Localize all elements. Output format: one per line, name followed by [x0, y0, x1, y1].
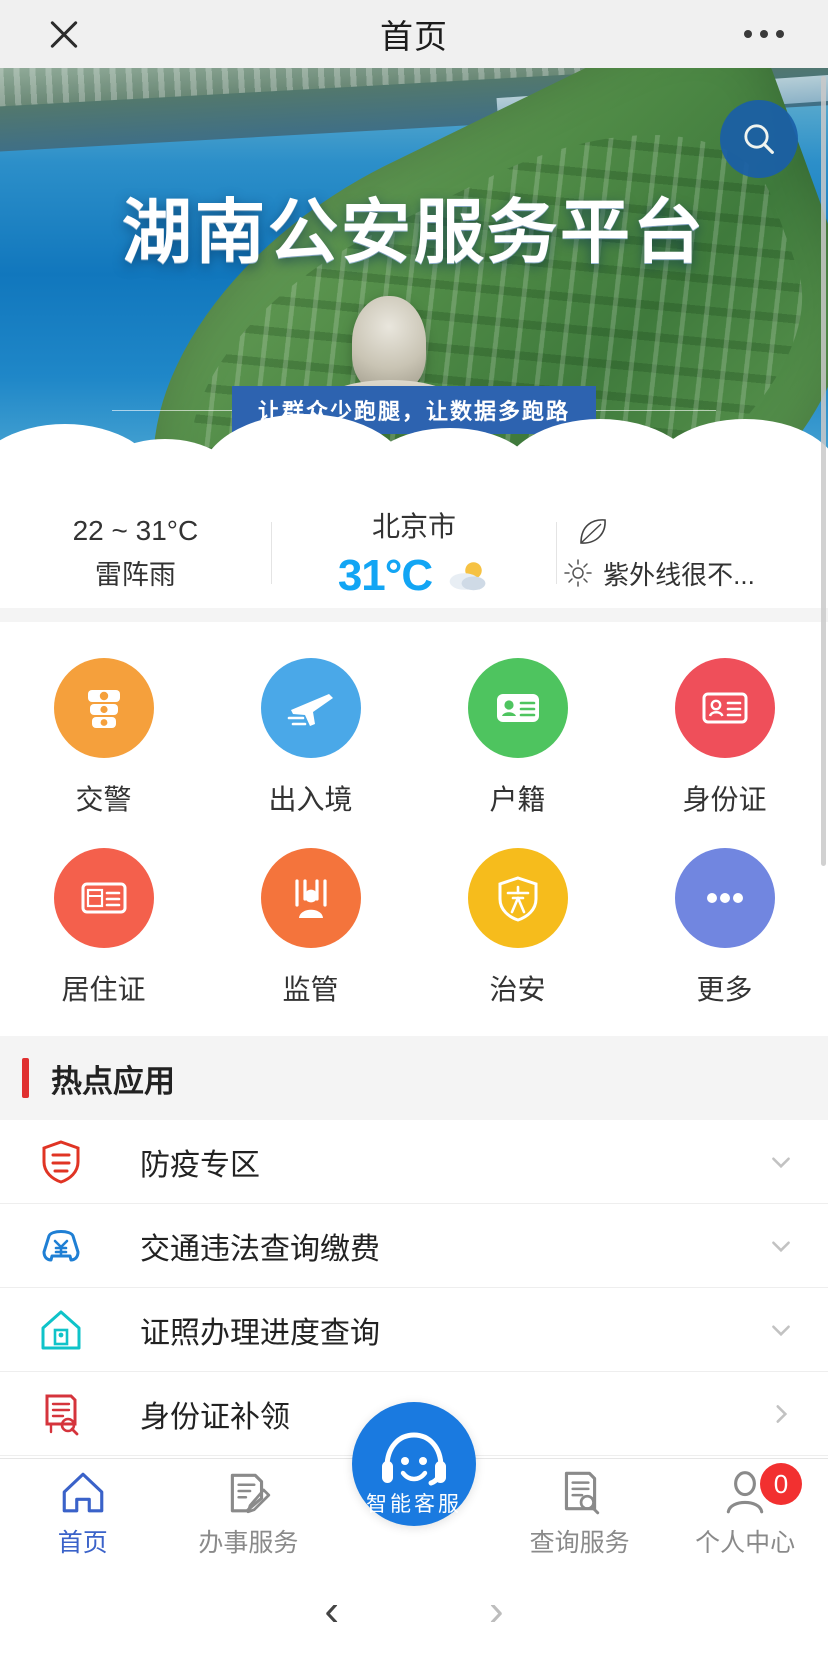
- page-title: 首页: [380, 18, 448, 55]
- identity-card-icon: [702, 692, 747, 724]
- hot-apps-header: 热点应用: [0, 1036, 828, 1120]
- tab-personal-center[interactable]: 个人中心 0: [662, 1463, 828, 1559]
- grid-icon-bg: [53, 658, 154, 758]
- uv-leaf-row: [557, 515, 828, 549]
- grid-icon-bg: [674, 848, 775, 948]
- tab-label: 查询服务: [529, 1529, 630, 1557]
- shield-safety-icon: [498, 876, 537, 922]
- list-item-epidemic-zone[interactable]: 防疫专区: [0, 1120, 828, 1204]
- section-title: 热点应用: [51, 1063, 175, 1099]
- section-separator: [0, 608, 828, 622]
- home-icon: [62, 1472, 104, 1513]
- tab-home[interactable]: 首页: [0, 1467, 166, 1559]
- grid-icon-bg: [260, 848, 361, 948]
- weather-city: 北京市: [371, 511, 456, 542]
- grid-item-id-card[interactable]: 身份证: [621, 658, 828, 818]
- chevron-right-icon[interactable]: ›: [489, 1589, 504, 1633]
- weather-condition: 雷阵雨: [94, 559, 176, 590]
- tab-label: 办事服务: [198, 1529, 299, 1557]
- id-card-icon: [496, 694, 539, 722]
- document-pencil-icon: [231, 1473, 271, 1514]
- list-item-label: 防疫专区: [140, 1148, 260, 1182]
- airplane-icon: [287, 694, 333, 726]
- weather-bar[interactable]: 22 ~ 31°C 雷阵雨 北京市 31°C 紫外线很不...: [0, 498, 828, 608]
- grid-item-label: 出入境: [268, 784, 353, 815]
- leaf-icon: [580, 518, 606, 544]
- weather-temp-row: 31°C: [338, 551, 490, 601]
- weather-range: 22 ~ 31°C: [72, 514, 199, 546]
- grid-item-label: 身份证: [682, 784, 767, 815]
- grid-item-immigration[interactable]: 出入境: [207, 658, 414, 818]
- document-search-icon: [564, 1471, 599, 1515]
- browser-navbar: ‹ ›: [0, 1568, 828, 1654]
- grid-item-label: 户籍: [489, 784, 546, 815]
- grid-item-label: 治安: [489, 974, 546, 1005]
- scrollbar[interactable]: [821, 76, 826, 866]
- grid-item-more[interactable]: 更多: [621, 848, 828, 1008]
- grid-item-public-security[interactable]: 治安: [414, 848, 621, 1008]
- grid-item-label: 更多: [696, 974, 753, 1005]
- tab-label: 个人中心: [695, 1529, 796, 1557]
- grid-item-label: 交警: [75, 784, 132, 815]
- uv-text-row: 紫外线很不...: [557, 555, 828, 592]
- list-item-traffic-violation[interactable]: 交通违法查询缴费: [0, 1204, 828, 1288]
- list-item-certificate-progress[interactable]: 证照办理进度查询: [0, 1288, 828, 1372]
- cloud-decoration: [0, 384, 828, 498]
- banner-title: 湖南公安服务平台: [122, 195, 706, 272]
- headset-smiley-icon: [382, 1432, 446, 1486]
- grid-item-residence-permit[interactable]: 居住证: [0, 848, 207, 1008]
- search-icon: [744, 124, 774, 154]
- grid-icon-bg: [53, 848, 154, 948]
- more-icon[interactable]: [744, 30, 784, 38]
- section-accent-bar: [22, 1058, 29, 1098]
- sun-icon: [564, 559, 592, 587]
- document-search-icon: [45, 1394, 79, 1435]
- chevron-right-icon[interactable]: [768, 1401, 794, 1427]
- car-payment-icon: [42, 1229, 80, 1261]
- grid-item-household[interactable]: 户籍: [414, 658, 621, 818]
- weather-range-block: 22 ~ 31°C 雷阵雨: [0, 515, 271, 592]
- chevron-left-icon[interactable]: ‹: [324, 1589, 339, 1633]
- weather-temperature: 31°C: [337, 551, 433, 600]
- statue: [326, 296, 454, 420]
- app-screen: 首页 湖南公安服务平台 让群众少跑腿，让数据多跑路 22 ~ 31°C 雷阵雨 …: [0, 0, 828, 1654]
- tab-label: 首页: [57, 1529, 108, 1557]
- epidemic-shield-icon: [42, 1139, 80, 1184]
- grid-icon-bg: [467, 848, 568, 948]
- icon-slot: [24, 1306, 98, 1354]
- grid-item-label: 居住证: [61, 974, 146, 1005]
- grid-item-label: 监管: [282, 974, 339, 1005]
- house-progress-icon: [41, 1310, 81, 1349]
- customer-service-button[interactable]: [352, 1402, 476, 1526]
- grid-icon-bg: [674, 658, 775, 758]
- weather-uv-block: 紫外线很不...: [557, 515, 828, 592]
- residence-card-icon: [81, 882, 126, 914]
- quick-access-grid: 交警 出入境 户籍 身份证 居住证 监管 治安 更多: [0, 622, 828, 1036]
- tab-services[interactable]: 办事服务: [166, 1467, 332, 1559]
- icon-slot: [24, 1390, 98, 1438]
- list-item-label: 证照办理进度查询: [140, 1316, 380, 1350]
- traffic-light-icon: [87, 690, 120, 728]
- icon-slot: [24, 1222, 98, 1270]
- status-badge: 0: [759, 1463, 802, 1505]
- chevron-down-icon[interactable]: [768, 1317, 794, 1343]
- uv-text: 紫外线很不...: [603, 559, 755, 590]
- grid-item-traffic-police[interactable]: 交警: [0, 658, 207, 818]
- sun-cloud-icon: [449, 562, 486, 591]
- list-item-label: 交通违法查询缴费: [140, 1232, 380, 1266]
- titlebar: 首页: [0, 0, 828, 68]
- hero-banner: 湖南公安服务平台 让群众少跑腿，让数据多跑路: [0, 68, 828, 498]
- grid-icon-bg: [467, 658, 568, 758]
- chevron-down-icon[interactable]: [768, 1149, 794, 1175]
- grid-icon-bg: [260, 658, 361, 758]
- prison-icon: [294, 879, 327, 918]
- weather-city-block: 北京市 31°C: [272, 505, 556, 601]
- more-dots-icon: [706, 893, 743, 903]
- tab-query-services[interactable]: 查询服务: [497, 1467, 663, 1559]
- chevron-down-icon[interactable]: [768, 1233, 794, 1259]
- icon-slot: [24, 1138, 98, 1186]
- search-button[interactable]: [720, 100, 798, 178]
- grid-item-supervision[interactable]: 监管: [207, 848, 414, 1008]
